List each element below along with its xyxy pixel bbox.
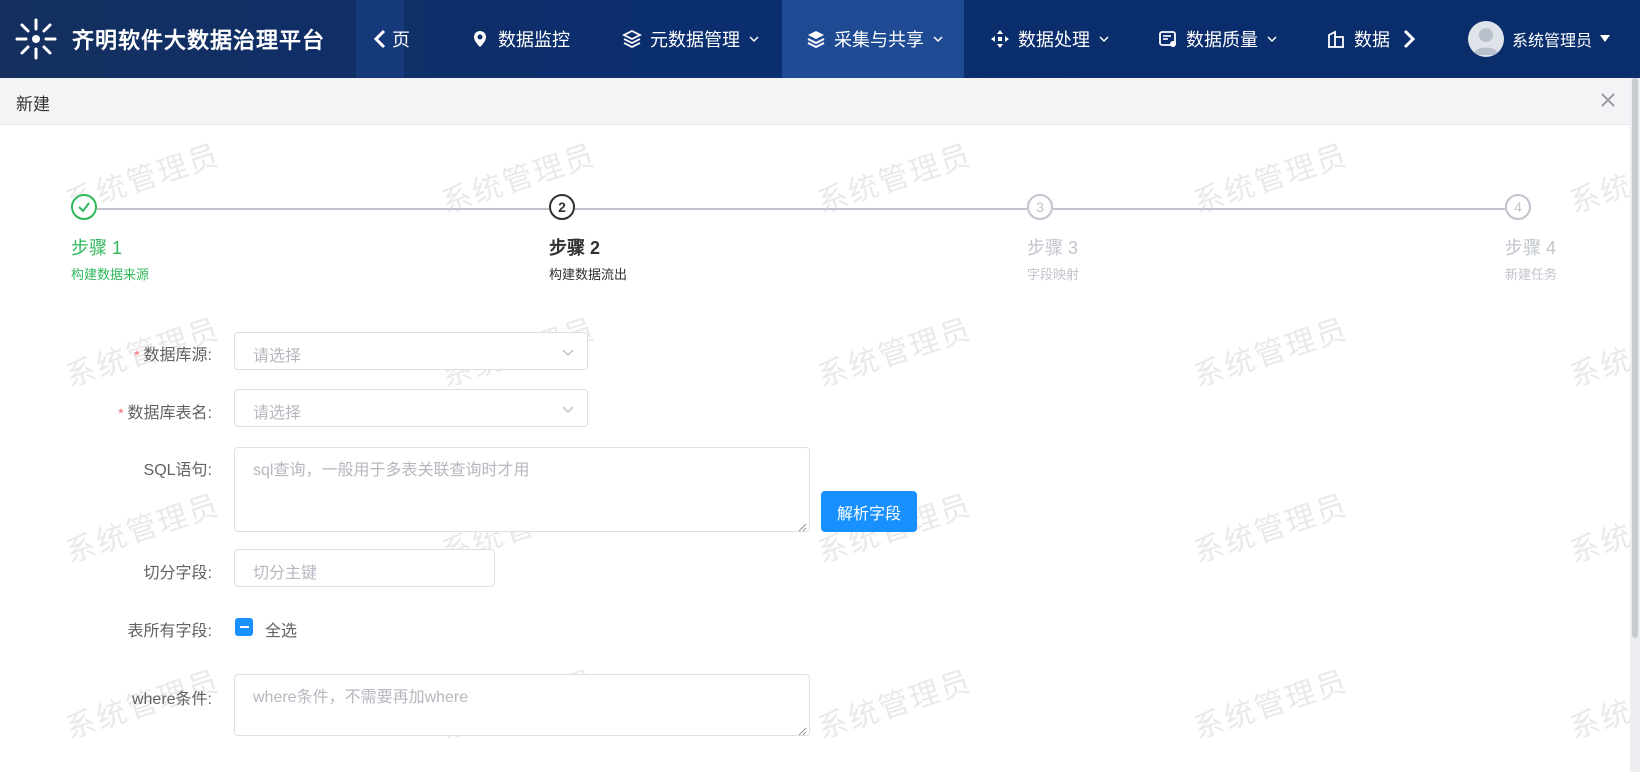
step-3-title: 步骤 3 bbox=[1027, 238, 1079, 258]
watermark: 系统管理员 bbox=[1189, 664, 1353, 746]
step-1-title: 步骤 1 bbox=[71, 238, 123, 258]
watermark: 系统管理员 bbox=[813, 312, 977, 394]
step-3-desc: 字段映射 bbox=[1027, 267, 1080, 282]
step-connector bbox=[1053, 208, 1505, 210]
parse-fields-button[interactable]: 解析字段 bbox=[821, 491, 917, 532]
vertical-scrollbar[interactable] bbox=[1630, 78, 1640, 772]
check-icon bbox=[78, 202, 90, 213]
where-placeholder: where条件，不需要再加where bbox=[253, 689, 469, 706]
resize-grip-icon[interactable] bbox=[797, 723, 807, 736]
step-connector bbox=[575, 208, 1027, 210]
required-asterisk: * bbox=[134, 347, 140, 363]
step-3-circle: 3 bbox=[1027, 194, 1053, 220]
indeterminate-mark bbox=[239, 626, 249, 628]
watermark: 系统管理员 bbox=[1189, 312, 1353, 394]
step-2-title: 步骤 2 bbox=[549, 238, 601, 258]
chevron-down-icon bbox=[561, 402, 575, 416]
split-field-placeholder: 切分主键 bbox=[253, 565, 318, 582]
step-4-circle: 4 bbox=[1505, 194, 1531, 220]
db-table-select[interactable]: 请选择 bbox=[234, 389, 588, 427]
db-source-placeholder: 请选择 bbox=[253, 348, 302, 365]
watermark: 系统管理员 bbox=[61, 488, 225, 570]
sql-label: SQL语句: bbox=[143, 462, 212, 479]
db-table-label: * 数据库表名: bbox=[0, 399, 212, 423]
watermark: 系统管理员 bbox=[813, 664, 977, 746]
db-source-select[interactable]: 请选择 bbox=[234, 332, 588, 370]
db-table-label-text: 数据库表名: bbox=[127, 405, 212, 422]
watermark: 系统管理员 bbox=[1565, 312, 1630, 394]
resize-grip-icon[interactable] bbox=[797, 519, 807, 532]
where-label: where条件: bbox=[131, 691, 212, 708]
watermark: 系统管理员 bbox=[1565, 488, 1630, 570]
step-1-desc: 构建数据来源 bbox=[71, 267, 150, 282]
sql-textarea[interactable]: sql查询，一般用于多表关联查询时才用 bbox=[234, 447, 810, 532]
chevron-down-icon bbox=[561, 345, 575, 359]
select-all-label[interactable]: 全选 bbox=[265, 617, 297, 641]
step-connector bbox=[97, 208, 549, 210]
db-source-label-text: 数据库源: bbox=[143, 347, 212, 364]
db-source-label: * 数据库源: bbox=[0, 341, 212, 365]
watermark: 系统管理员 bbox=[1189, 488, 1353, 570]
step-1-circle bbox=[71, 194, 97, 220]
step-2-desc: 构建数据流出 bbox=[549, 267, 628, 282]
db-table-placeholder: 请选择 bbox=[253, 405, 302, 422]
sql-placeholder: sql查询，一般用于多表关联查询时才用 bbox=[253, 462, 530, 479]
all-fields-label: 表所有字段: bbox=[127, 623, 212, 640]
where-textarea[interactable]: where条件，不需要再加where bbox=[234, 674, 810, 736]
required-asterisk: * bbox=[118, 405, 124, 421]
scrollbar-thumb[interactable] bbox=[1632, 78, 1638, 638]
select-all-checkbox[interactable] bbox=[235, 618, 253, 636]
watermark: 系统管理员 bbox=[1565, 664, 1630, 746]
split-field-input[interactable]: 切分主键 bbox=[234, 549, 495, 587]
step-4-title: 步骤 4 bbox=[1505, 238, 1557, 258]
step-2-circle: 2 bbox=[549, 194, 575, 220]
steps-bar: 步骤 1 构建数据来源 2 步骤 2 构建数据流出 3 步骤 3 字段映射 4 … bbox=[0, 0, 1630, 300]
split-field-label: 切分字段: bbox=[143, 565, 212, 582]
step-4-desc: 新建任务 bbox=[1505, 267, 1558, 282]
